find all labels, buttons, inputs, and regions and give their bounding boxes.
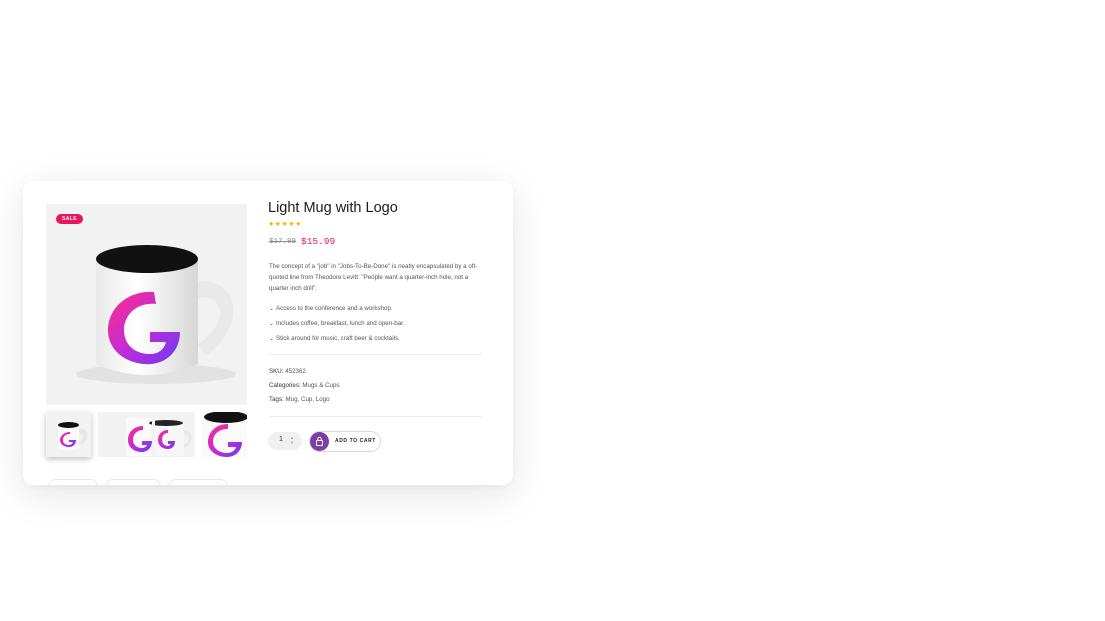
- sku-value: 452362: [285, 368, 306, 375]
- old-price: $17.99: [269, 238, 297, 246]
- chevron-down-icon: ⌄: [269, 336, 275, 342]
- divider: [269, 416, 482, 417]
- feature-item: ⌄ Includes coffee, breakfast, lunch and o…: [269, 318, 485, 333]
- divider: [269, 354, 482, 355]
- product-card: SALE Light Mug with Logo ★★★★★ $17.99 $1…: [23, 181, 513, 485]
- stepper-arrows-icon[interactable]: ▲ ▼: [290, 435, 294, 445]
- thumbnail-3[interactable]: [202, 412, 247, 457]
- tags-label: Tags:: [269, 396, 284, 403]
- sale-badge: SALE: [56, 214, 83, 224]
- mug-image: [76, 245, 236, 384]
- add-to-cart-button[interactable]: ADD TO CART: [309, 431, 381, 452]
- thumbnail-mug-closeup-image: [202, 412, 247, 457]
- categories-row: Categories: Mugs & Cups: [269, 382, 340, 389]
- tab-additional-info[interactable]: [105, 479, 161, 485]
- feature-list: ⌄ Access to the conference and a workshop…: [269, 303, 485, 348]
- sale-price: $15.99: [301, 236, 336, 247]
- tags-links[interactable]: Mug, Cup, Logo: [286, 396, 330, 403]
- chevron-down-icon: ⌄: [269, 306, 275, 312]
- lock-icon: [310, 432, 329, 451]
- tab-description[interactable]: [48, 479, 98, 485]
- feature-item: ⌄ Access to the conference and a workshop…: [269, 303, 485, 318]
- thumbnail-1[interactable]: [46, 412, 91, 457]
- feature-item: ⌄ Stick around for music, craft beer & co…: [269, 333, 485, 348]
- categories-label: Categories:: [269, 382, 301, 389]
- quantity-value[interactable]: 1: [279, 436, 283, 443]
- quantity-stepper[interactable]: 1 ▲ ▼: [268, 432, 302, 450]
- add-to-cart-label: ADD TO CART: [335, 438, 376, 444]
- product-title: Light Mug with Logo: [268, 200, 398, 216]
- chevron-down-icon: ⌄: [269, 321, 275, 327]
- sku-row: SKU: 452362: [269, 368, 306, 375]
- thumbnail-2[interactable]: [98, 412, 195, 457]
- sku-label: SKU:: [269, 368, 284, 375]
- categories-link[interactable]: Mugs & Cups: [302, 382, 339, 389]
- thumbnail-mug-pair-image: [126, 412, 192, 457]
- tags-row: Tags: Mug, Cup, Logo: [269, 396, 330, 403]
- tab-reviews[interactable]: [168, 479, 228, 485]
- thumbnail-mug-image: [58, 422, 88, 451]
- product-description: The concept of a "job" in "Jobs-To-Be-Do…: [269, 263, 478, 292]
- product-main-image[interactable]: SALE: [46, 204, 247, 405]
- rating-stars: ★★★★★: [268, 221, 302, 228]
